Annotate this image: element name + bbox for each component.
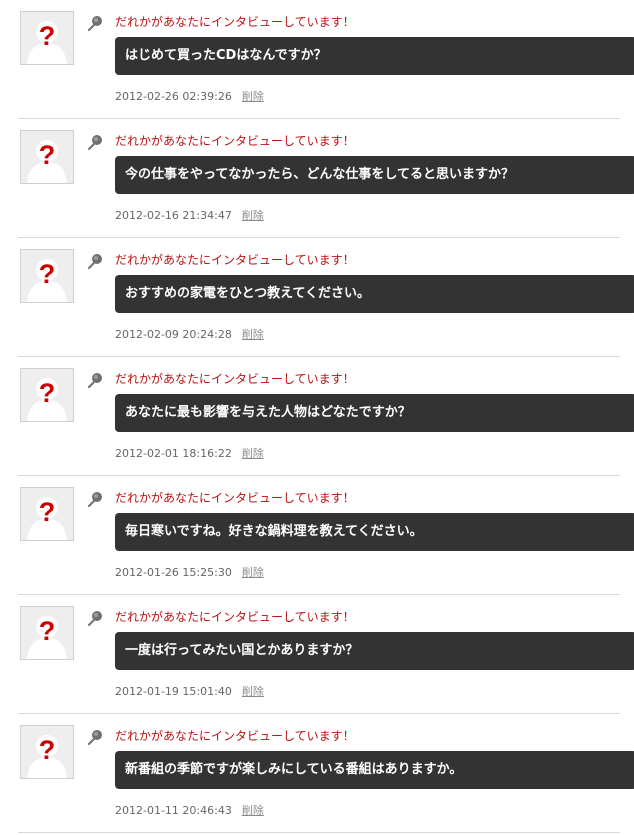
anonymous-avatar-icon: ?: [20, 487, 74, 541]
interview-item: ? だれかがあなたにインタビューしています！ 一度は行ってみたい国とかありますか…: [18, 595, 634, 714]
item-meta: 2012-02-26 02:39:26 削除: [115, 90, 264, 104]
delete-link[interactable]: 削除: [242, 685, 264, 698]
delete-link[interactable]: 削除: [242, 447, 264, 460]
question-bubble: 毎日寒いですね。好きな鍋料理を教えてください。: [115, 513, 634, 551]
interview-item: ? だれかがあなたにインタビューしています！ 毎日寒いですね。好きな鍋料理を教え…: [18, 476, 634, 595]
microphone-icon: [86, 134, 103, 151]
interview-heading: だれかがあなたにインタビューしています！: [115, 729, 355, 743]
interview-heading: だれかがあなたにインタビューしています！: [115, 134, 355, 148]
timestamp: 2012-02-09 20:24:28: [115, 328, 232, 341]
timestamp: 2012-01-11 20:46:43: [115, 804, 232, 817]
item-meta: 2012-01-11 20:46:43 削除: [115, 804, 264, 818]
question-bubble: 一度は行ってみたい国とかありますか？: [115, 632, 634, 670]
timestamp: 2012-02-16 21:34:47: [115, 209, 232, 222]
interview-heading: だれかがあなたにインタビューしています！: [115, 372, 355, 386]
anonymous-avatar-icon: ?: [20, 130, 74, 184]
timestamp: 2012-02-01 18:16:22: [115, 447, 232, 460]
question-bubble: あなたに最も影響を与えた人物はどなたですか？: [115, 394, 634, 432]
question-bubble: おすすめの家電をひとつ教えてください。: [115, 275, 634, 313]
delete-link[interactable]: 削除: [242, 804, 264, 817]
interview-heading: だれかがあなたにインタビューしています！: [115, 15, 355, 29]
timestamp: 2012-01-26 15:25:30: [115, 566, 232, 579]
delete-link[interactable]: 削除: [242, 90, 264, 103]
anonymous-avatar-icon: ?: [20, 249, 74, 303]
question-mark: ?: [39, 21, 56, 51]
item-meta: 2012-01-26 15:25:30 削除: [115, 566, 264, 580]
interview-item: ? だれかがあなたにインタビューしています！ あなたに最も影響を与えた人物はどな…: [18, 357, 634, 476]
delete-link[interactable]: 削除: [242, 209, 264, 222]
question-bubble: 今の仕事をやってなかったら、どんな仕事をしてると思いますか？: [115, 156, 634, 194]
delete-link[interactable]: 削除: [242, 328, 264, 341]
anonymous-avatar-icon: ?: [20, 725, 74, 779]
item-meta: 2012-02-16 21:34:47 削除: [115, 209, 264, 223]
item-meta: 2012-02-09 20:24:28 削除: [115, 328, 264, 342]
interview-item: ? だれかがあなたにインタビューしています！ おすすめの家電をひとつ教えてくださ…: [18, 238, 634, 357]
microphone-icon: [86, 610, 103, 627]
microphone-icon: [86, 15, 103, 32]
anonymous-avatar-icon: ?: [20, 606, 74, 660]
microphone-icon: [86, 729, 103, 746]
timestamp: 2012-02-26 02:39:26: [115, 90, 232, 103]
interview-item: ? だれかがあなたにインタビューしています！ はじめて買ったCDはなんですか？ …: [18, 0, 634, 119]
question-mark: ?: [39, 735, 56, 765]
item-meta: 2012-01-19 15:01:40 削除: [115, 685, 264, 699]
question-mark: ?: [39, 616, 56, 646]
interview-heading: だれかがあなたにインタビューしています！: [115, 610, 355, 624]
microphone-icon: [86, 372, 103, 389]
interview-item: ? だれかがあなたにインタビューしています！ 今の仕事をやってなかったら、どんな…: [18, 119, 634, 238]
delete-link[interactable]: 削除: [242, 566, 264, 579]
question-mark: ?: [39, 259, 56, 289]
item-meta: 2012-02-01 18:16:22 削除: [115, 447, 264, 461]
microphone-icon: [86, 253, 103, 270]
microphone-icon: [86, 491, 103, 508]
question-bubble: はじめて買ったCDはなんですか？: [115, 37, 634, 75]
interview-heading: だれかがあなたにインタビューしています！: [115, 253, 355, 267]
question-bubble: 新番組の季節ですが楽しみにしている番組はありますか。: [115, 751, 634, 789]
timestamp: 2012-01-19 15:01:40: [115, 685, 232, 698]
question-mark: ?: [39, 378, 56, 408]
interview-heading: だれかがあなたにインタビューしています！: [115, 491, 355, 505]
anonymous-avatar-icon: ?: [20, 11, 74, 65]
question-mark: ?: [39, 497, 56, 527]
interview-item: ? だれかがあなたにインタビューしています！ 新番組の季節ですが楽しみにしている…: [18, 714, 634, 833]
anonymous-avatar-icon: ?: [20, 368, 74, 422]
question-mark: ?: [39, 140, 56, 170]
